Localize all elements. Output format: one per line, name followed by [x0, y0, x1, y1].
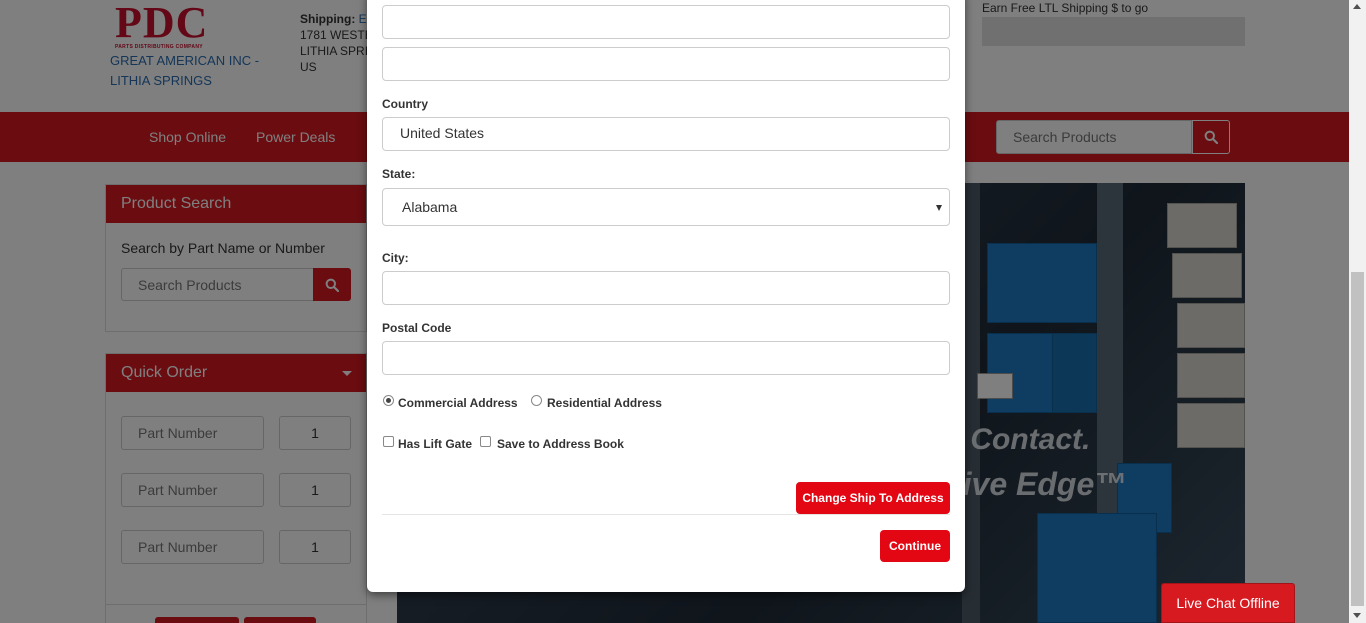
commercial-address-label[interactable]: Commercial Address: [398, 396, 518, 410]
dropdown-arrow-icon: [936, 205, 942, 211]
scroll-down-arrow-icon[interactable]: [1353, 613, 1361, 618]
address-line-2-field[interactable]: [382, 47, 950, 81]
lift-gate-label[interactable]: Has Lift Gate: [398, 437, 472, 451]
address-line-1-field[interactable]: [382, 5, 950, 39]
country-field[interactable]: United States: [382, 117, 950, 151]
city-label: City:: [382, 251, 409, 265]
save-address-label[interactable]: Save to Address Book: [497, 437, 624, 451]
country-label: Country: [382, 97, 428, 111]
live-chat-button[interactable]: Live Chat Offline: [1161, 583, 1295, 623]
residential-address-label[interactable]: Residential Address: [547, 396, 662, 410]
state-selected-value: Alabama: [402, 199, 458, 215]
state-select[interactable]: Alabama: [382, 188, 950, 226]
residential-address-radio[interactable]: [531, 395, 542, 406]
scrollbar-thumb[interactable]: [1351, 272, 1364, 606]
postal-code-label: Postal Code: [382, 321, 452, 335]
save-address-checkbox[interactable]: [480, 436, 491, 447]
continue-button[interactable]: Continue: [880, 530, 950, 562]
ship-to-address-modal: Country United States State: Alabama Cit…: [367, 0, 965, 592]
modal-footer-divider: [382, 514, 950, 515]
postal-code-field[interactable]: [382, 341, 950, 375]
state-label: State:: [382, 167, 416, 181]
lift-gate-checkbox[interactable]: [383, 436, 394, 447]
change-ship-to-address-button[interactable]: Change Ship To Address: [796, 482, 950, 514]
city-field[interactable]: [382, 271, 950, 305]
scroll-up-arrow-icon[interactable]: [1353, 4, 1361, 9]
commercial-address-radio[interactable]: [383, 395, 394, 406]
